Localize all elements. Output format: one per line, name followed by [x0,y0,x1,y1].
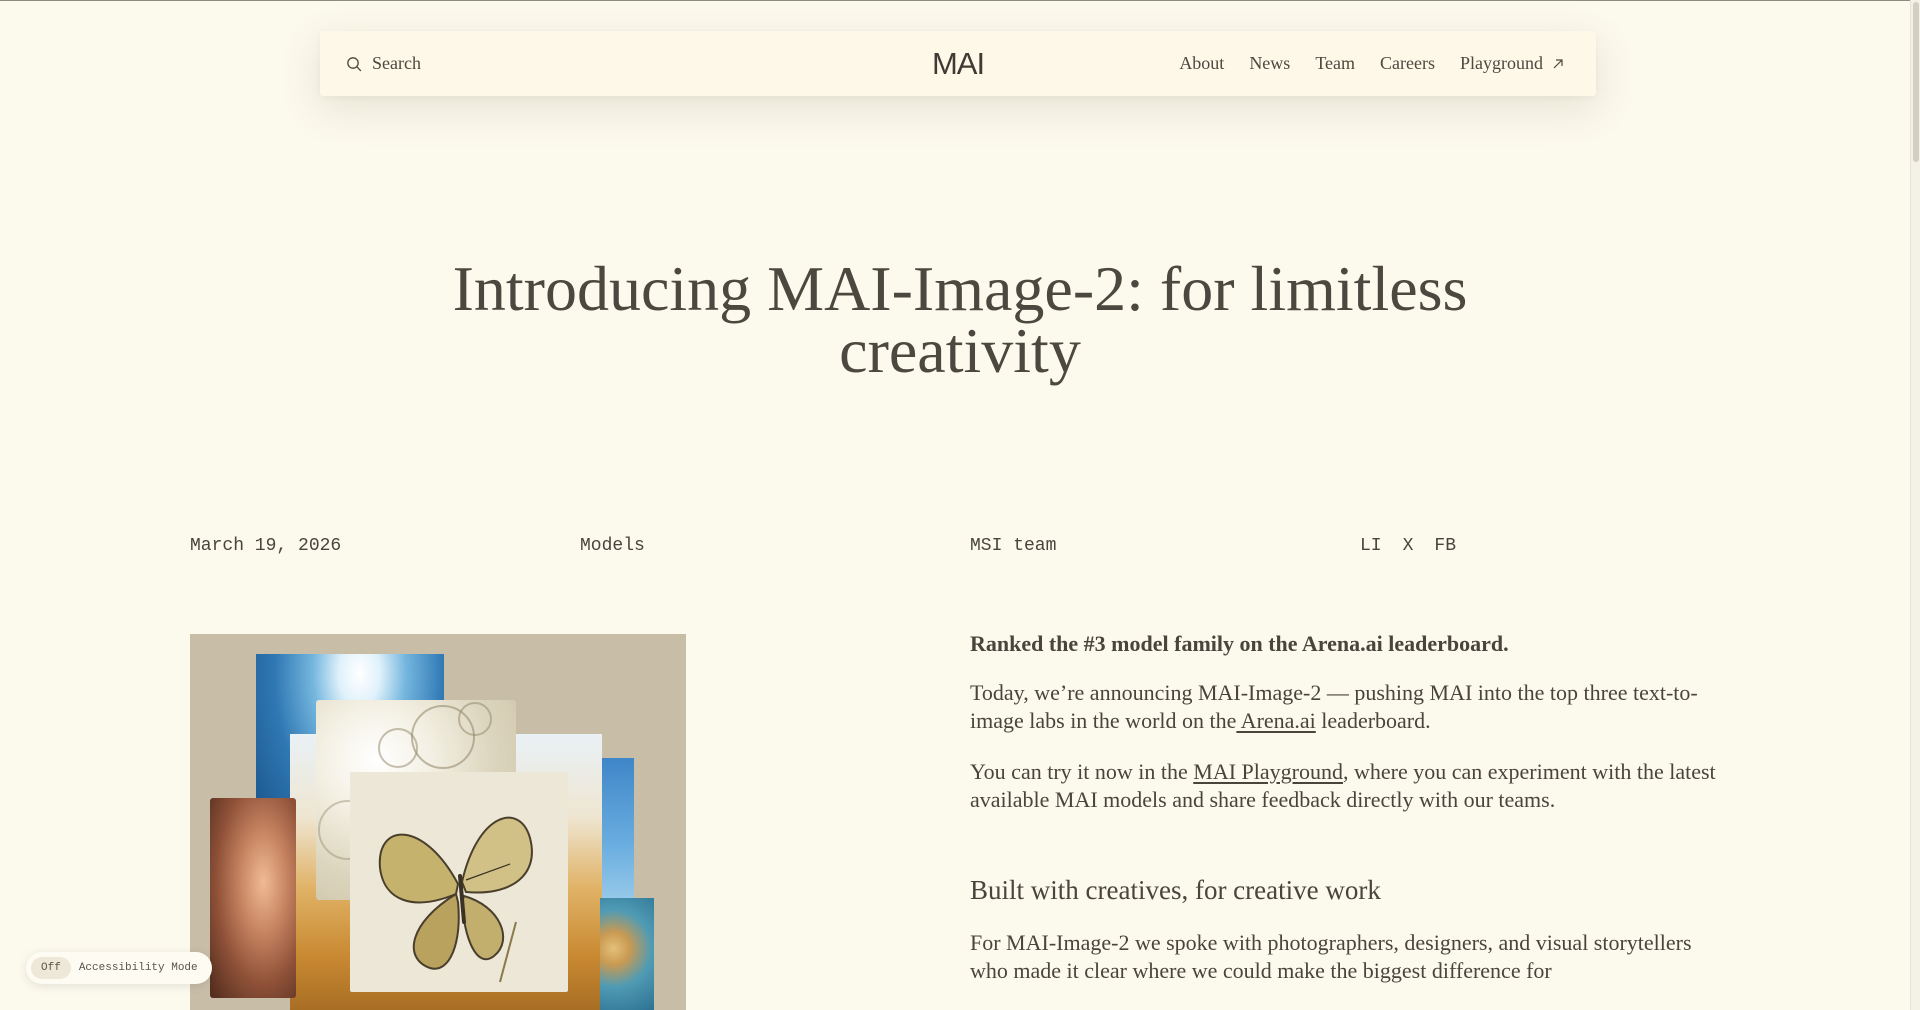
window-top-border [0,0,1920,1]
article-paragraph-3: For MAI-Image-2 we spoke with photograph… [970,930,1692,983]
share-linkedin[interactable]: LI [1360,536,1382,556]
search-button[interactable]: Search [346,31,421,96]
site-logo[interactable]: MAI [932,31,985,96]
playground-link[interactable]: MAI Playground [1193,759,1343,784]
article-date: March 19, 2026 [190,536,342,556]
nav-playground-label: Playground [1460,53,1543,73]
arrow-up-right-icon [1553,58,1563,68]
portrait-image [210,798,296,998]
arena-link[interactable]: Arena.ai [1236,708,1316,733]
nav-careers[interactable]: Careers [1380,53,1435,74]
scrollbar[interactable] [1910,0,1920,1010]
article-paragraph-2: You can try it now in the MAI Playground… [970,758,1730,814]
nav-about[interactable]: About [1179,53,1224,74]
main-nav: About News Team Careers Playground [1179,31,1564,96]
article-body: Ranked the #3 model family on the Arena.… [970,630,1730,1008]
section-heading: Built with creatives, for creative work [970,875,1381,905]
site-header: Search MAI About News Team Careers Playg… [320,31,1596,96]
nav-team[interactable]: Team [1315,53,1355,74]
p2-text-before: You can try it now in the [970,759,1194,784]
search-label: Search [372,53,421,73]
jellyfish-image [600,898,654,1010]
butterfly-icon [378,816,533,983]
share-x[interactable]: X [1403,536,1414,556]
accessibility-label: Accessibility Mode [78,962,198,974]
scrollbar-thumb[interactable] [1913,2,1919,162]
share-facebook[interactable]: FB [1434,536,1456,556]
article-paragraph-1: Today, we’re announcing MAI-Image-2 — pu… [970,679,1730,735]
hero-image-collage [190,634,686,1010]
article-lead: Ranked the #3 model family on the Arena.… [970,631,1509,656]
article-title: Introducing MAI-Image-2: for limitless c… [452,253,1468,386]
accessibility-toggle[interactable]: Off Accessibility Mode [26,952,212,984]
nav-playground[interactable]: Playground [1460,53,1564,74]
article-author: MSI team [970,536,1057,556]
nav-news[interactable]: News [1249,53,1290,74]
article-category[interactable]: Models [580,536,645,556]
p1-text-after: leaderboard. [1315,708,1431,733]
accessibility-state: Off [31,957,71,979]
share-links: LI X FB [1360,536,1456,556]
search-icon [347,56,362,71]
butterfly-image [350,772,568,992]
